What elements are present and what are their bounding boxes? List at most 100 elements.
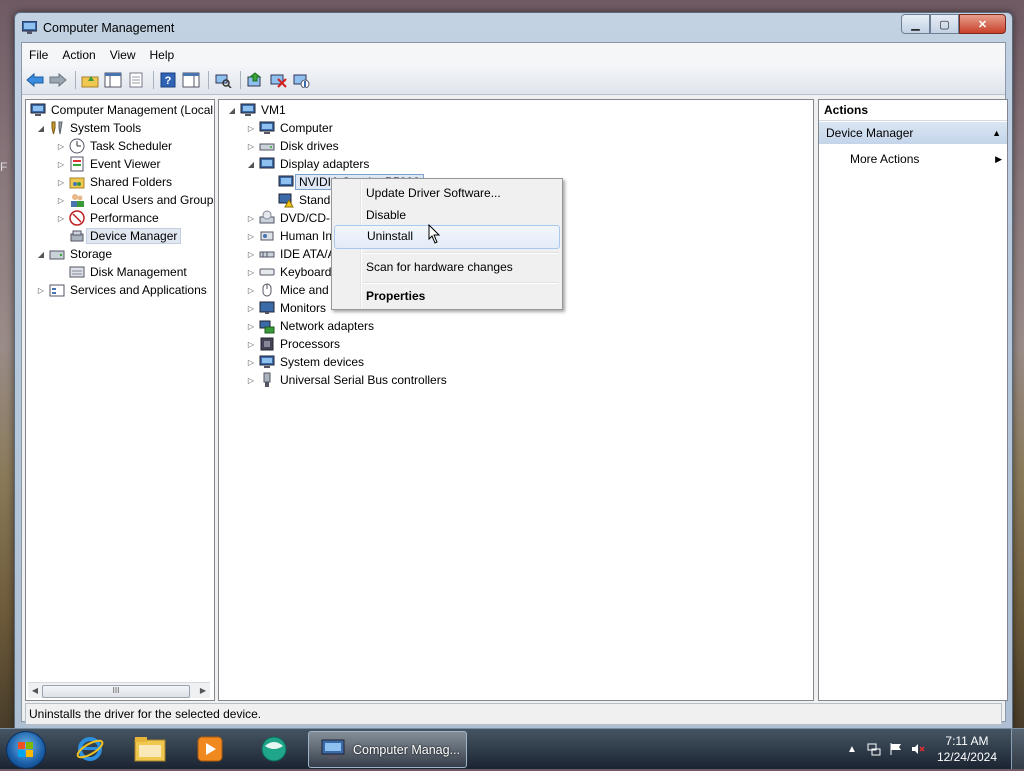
scrollbar-thumb[interactable]: III <box>42 685 190 698</box>
taskbar-computer-management[interactable]: Computer Manag... <box>308 731 467 768</box>
taskbar-network-app[interactable] <box>254 732 294 766</box>
volume-muted-icon[interactable] <box>910 741 926 757</box>
network-icon[interactable] <box>866 741 882 757</box>
device-category-human-interface[interactable]: ▷ Human In <box>246 227 332 245</box>
expand-arrow-icon[interactable]: ▷ <box>56 160 66 169</box>
uninstall-device-button[interactable] <box>291 70 311 90</box>
tree-item-services[interactable]: ▷ Services and Applications <box>36 281 207 299</box>
device-category-mice[interactable]: ▷ Mice and <box>246 281 329 299</box>
actions-section-device-manager[interactable]: Device Manager ▲ <box>819 122 1007 144</box>
tree-item-performance[interactable]: ▷ Performance <box>56 209 159 227</box>
back-arrow-icon <box>26 72 44 88</box>
device-category-usb[interactable]: ▷ Universal Serial Bus controllers <box>246 371 447 389</box>
tree-item-disk-management[interactable]: Disk Management <box>69 263 187 281</box>
expand-arrow-icon[interactable]: ▷ <box>246 142 256 151</box>
tree-horizontal-scrollbar[interactable]: ◀ III ▶ <box>28 682 210 698</box>
minimize-button[interactable]: ▁ <box>901 14 930 34</box>
help-button[interactable]: ? <box>158 70 178 90</box>
forward-button[interactable] <box>48 70 68 90</box>
event-viewer-icon <box>70 156 84 172</box>
tree-item-storage[interactable]: ◢ Storage <box>36 245 112 263</box>
action-pane-button[interactable] <box>181 70 201 90</box>
tools-icon <box>51 121 63 135</box>
device-category-ide[interactable]: ▷ IDE ATA/A <box>246 245 336 263</box>
menu-item-update-driver[interactable]: Update Driver Software... <box>334 182 560 204</box>
tree-item-event-viewer[interactable]: ▷ Event Viewer <box>56 155 160 173</box>
collapse-up-icon[interactable]: ▲ <box>992 122 1001 144</box>
properties-button[interactable] <box>126 70 146 90</box>
tree-item-shared-folders[interactable]: ▷ Shared Folders <box>56 173 172 191</box>
device-category-display-adapters[interactable]: ◢ Display adapters <box>246 155 369 173</box>
internet-explorer-icon <box>76 737 104 761</box>
scan-hardware-button[interactable] <box>213 70 233 90</box>
expand-arrow-icon[interactable]: ▷ <box>56 178 66 187</box>
show-desktop-button[interactable] <box>1011 729 1024 769</box>
collapse-arrow-icon[interactable]: ◢ <box>36 250 46 259</box>
expand-arrow-icon[interactable]: ▷ <box>56 214 66 223</box>
system-clock[interactable]: 7:11 AM 12/24/2024 <box>937 733 997 765</box>
device-category-label: Disk drives <box>280 139 339 153</box>
menu-item-properties[interactable]: Properties <box>334 285 560 307</box>
disable-device-button[interactable] <box>268 70 288 90</box>
collapse-arrow-icon[interactable]: ◢ <box>227 106 237 115</box>
update-driver-button[interactable] <box>245 70 265 90</box>
expand-arrow-icon[interactable]: ▷ <box>36 286 46 295</box>
expand-arrow-icon[interactable]: ▷ <box>246 340 256 349</box>
menu-action[interactable]: Action <box>55 48 102 62</box>
more-actions-item[interactable]: More Actions ▶ <box>850 150 1002 168</box>
tree-item-device-manager[interactable]: Device Manager <box>69 227 182 245</box>
taskbar-internet-explorer[interactable] <box>70 732 110 766</box>
expand-arrow-icon[interactable]: ▷ <box>246 232 256 241</box>
tree-item-local-users[interactable]: ▷ Local Users and Groups <box>56 191 214 209</box>
tree-item-task-scheduler[interactable]: ▷ Task Scheduler <box>56 137 172 155</box>
console-tree-pane[interactable]: Computer Management (Local ◢ System Tool… <box>25 99 215 701</box>
device-category-disk-drives[interactable]: ▷ Disk drives <box>246 137 339 155</box>
expand-arrow-icon[interactable]: ▷ <box>246 124 256 133</box>
expand-arrow-icon[interactable]: ▷ <box>246 304 256 313</box>
collapse-arrow-icon[interactable]: ◢ <box>246 160 256 169</box>
forward-arrow-icon <box>49 72 67 88</box>
tree-item-system-tools[interactable]: ◢ System Tools <box>36 119 141 137</box>
device-category-keyboards[interactable]: ▷ Keyboards <box>246 263 337 281</box>
show-hide-tree-button[interactable] <box>103 70 123 90</box>
device-category-processors[interactable]: ▷ Processors <box>246 335 340 353</box>
device-category-system-devices[interactable]: ▷ System devices <box>246 353 364 371</box>
back-button[interactable] <box>25 70 45 90</box>
device-category-dvd[interactable]: ▷ DVD/CD-F <box>246 209 337 227</box>
device-standard-vga[interactable]: Standa <box>278 191 337 209</box>
device-context-menu: Update Driver Software... Disable Uninst… <box>331 178 563 310</box>
menu-item-uninstall[interactable]: Uninstall <box>334 225 560 249</box>
title-bar[interactable]: Computer Management ▁ ▢ ✕ <box>15 13 1012 41</box>
expand-arrow-icon[interactable]: ▷ <box>246 286 256 295</box>
action-center-flag-icon[interactable] <box>888 741 904 757</box>
expand-arrow-icon[interactable]: ▷ <box>246 214 256 223</box>
menu-view[interactable]: View <box>103 48 143 62</box>
device-category-label: Display adapters <box>280 157 370 171</box>
close-button[interactable]: ✕ <box>959 14 1006 34</box>
expand-arrow-icon[interactable]: ▷ <box>246 268 256 277</box>
start-button[interactable] <box>6 731 46 769</box>
collapse-arrow-icon[interactable]: ◢ <box>36 124 46 133</box>
scroll-right-arrow-icon[interactable]: ▶ <box>197 684 209 697</box>
maximize-button[interactable]: ▢ <box>930 14 959 34</box>
taskbar-file-explorer[interactable] <box>130 732 170 766</box>
device-category-computer[interactable]: ▷ Computer <box>246 119 333 137</box>
expand-arrow-icon[interactable]: ▷ <box>56 142 66 151</box>
device-root[interactable]: ◢ VM1 <box>227 101 286 119</box>
menu-item-disable[interactable]: Disable <box>334 204 560 226</box>
menu-help[interactable]: Help <box>143 48 182 62</box>
scroll-left-arrow-icon[interactable]: ◀ <box>29 684 41 697</box>
menu-item-scan-hardware[interactable]: Scan for hardware changes <box>334 256 560 278</box>
expand-arrow-icon[interactable]: ▷ <box>246 322 256 331</box>
expand-arrow-icon[interactable]: ▷ <box>246 358 256 367</box>
expand-arrow-icon[interactable]: ▷ <box>246 376 256 385</box>
taskbar-media-player[interactable] <box>190 732 230 766</box>
menu-file[interactable]: File <box>22 48 55 62</box>
expand-arrow-icon[interactable]: ▷ <box>246 250 256 259</box>
show-hidden-icons-arrow-icon[interactable]: ▲ <box>844 741 860 757</box>
device-category-monitors[interactable]: ▷ Monitors <box>246 299 326 317</box>
tree-item-root[interactable]: Computer Management (Local <box>30 101 213 119</box>
expand-arrow-icon[interactable]: ▷ <box>56 196 66 205</box>
up-one-level-button[interactable] <box>80 70 100 90</box>
device-category-network-adapters[interactable]: ▷ Network adapters <box>246 317 374 335</box>
